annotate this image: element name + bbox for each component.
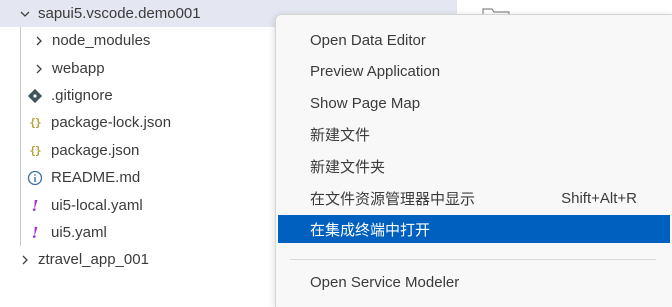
- tree-item-label: webapp: [52, 60, 105, 77]
- chevron-down-icon: [18, 7, 32, 21]
- menu-item-new-folder[interactable]: 新建文件夹: [278, 152, 670, 180]
- chevron-right-icon: [32, 34, 46, 48]
- menu-item-preview-application[interactable]: Preview Application: [278, 57, 670, 85]
- menu-item-label: Preview Application: [310, 62, 441, 80]
- menu-item-label: Open Service Modeler: [310, 273, 460, 291]
- tree-item-label: node_modules: [52, 32, 151, 49]
- tree-item-label: ui5-local.yaml: [51, 197, 143, 214]
- menu-item-show-page-map[interactable]: Show Page Map: [278, 89, 670, 117]
- menu-item-open-service-modeler[interactable]: Open Service Modeler: [278, 268, 670, 296]
- tree-item-label: ztravel_app_001: [38, 251, 149, 268]
- tree-item-label: README.md: [51, 169, 141, 186]
- menu-item-open-data-editor[interactable]: Open Data Editor: [278, 26, 670, 54]
- menu-item-new-file[interactable]: 新建文件: [278, 120, 670, 148]
- chevron-right-icon: [18, 253, 32, 267]
- tree-item-label: package-lock.json: [51, 114, 172, 131]
- tree-item-label: sapui5.vscode.demo001: [38, 5, 201, 22]
- json-icon: {}: [29, 116, 41, 129]
- tree-item-label: package.json: [51, 142, 140, 159]
- menu-item-label: Show Page Map: [310, 94, 421, 112]
- json-icon: {}: [29, 144, 41, 157]
- chevron-right-icon: [32, 62, 46, 76]
- menu-item-label: Open Data Editor: [310, 31, 426, 49]
- git-icon: [27, 88, 43, 104]
- context-menu: Open Data Editor Preview Application Sho…: [275, 14, 672, 307]
- keyboard-shortcut: Shift+Alt+R: [561, 189, 637, 207]
- menu-item-open-in-terminal[interactable]: 在集成终端中打开: [278, 215, 670, 243]
- tree-item-label: .gitignore: [51, 87, 113, 104]
- menu-item-label: 新建文件: [310, 126, 371, 144]
- yaml-icon: !: [31, 196, 39, 215]
- menu-item-label: 在集成终端中打开: [310, 221, 431, 239]
- menu-separator: [290, 259, 656, 260]
- menu-item-reveal-in-explorer[interactable]: 在文件资源管理器中显示 Shift+Alt+R: [278, 184, 670, 212]
- menu-item-label: 在文件资源管理器中显示: [310, 190, 476, 208]
- yaml-icon: !: [31, 223, 39, 242]
- tree-item-label: ui5.yaml: [51, 224, 107, 241]
- info-icon: [27, 170, 43, 186]
- menu-item-label: 新建文件夹: [310, 158, 386, 176]
